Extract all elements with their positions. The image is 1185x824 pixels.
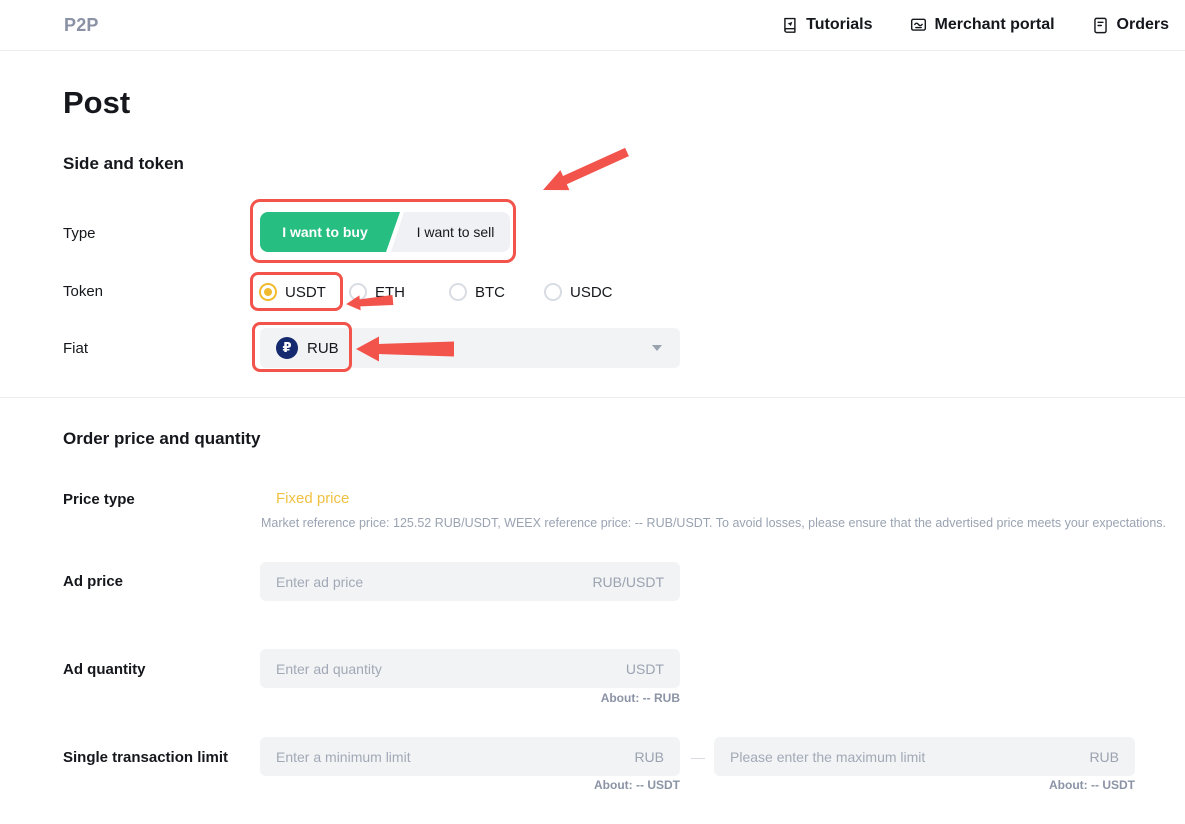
ad-quantity-about: About: -- RUB xyxy=(520,691,680,705)
nav-merchant-portal[interactable]: Merchant portal xyxy=(909,16,1055,35)
ad-quantity-unit: USDT xyxy=(626,661,664,677)
sell-toggle-wrap: I want to sell xyxy=(391,212,510,252)
nav-orders-label: Orders xyxy=(1117,16,1169,34)
radio-usdt-label: USDT xyxy=(285,284,326,301)
sell-toggle-label: I want to sell xyxy=(417,224,495,240)
price-type-label: Price type xyxy=(63,490,135,510)
chevron-down-icon xyxy=(652,345,662,351)
section-order-price: Order price and quantity xyxy=(63,429,260,449)
top-bar: P2P Tutorials Merchant portal xyxy=(0,0,1185,51)
price-type-fixed-tab[interactable]: Fixed price xyxy=(276,490,349,507)
nav-tutorials-label: Tutorials xyxy=(806,16,872,34)
fiat-select[interactable]: ₽ RUB xyxy=(260,328,680,368)
radio-usdt[interactable]: USDT xyxy=(259,281,326,303)
nav-tutorials[interactable]: Tutorials xyxy=(780,16,872,35)
side-toggle: I want to buy I want to sell xyxy=(260,212,510,252)
top-nav: Tutorials Merchant portal Orders xyxy=(780,16,1169,35)
page-title: Post xyxy=(63,84,130,122)
max-limit-input[interactable] xyxy=(730,749,1077,765)
min-limit-about: About: -- USDT xyxy=(520,778,680,792)
section-divider xyxy=(0,397,1185,398)
merchant-portal-icon xyxy=(909,16,928,35)
radio-unselected-icon xyxy=(349,283,367,301)
section-side-and-token: Side and token xyxy=(63,154,184,174)
max-limit-unit: RUB xyxy=(1089,749,1119,765)
fiat-value: RUB xyxy=(307,340,339,357)
radio-btc-label: BTC xyxy=(475,284,505,301)
radio-eth[interactable]: ETH xyxy=(349,281,405,303)
ad-price-input[interactable] xyxy=(276,574,580,590)
max-limit-about: About: -- USDT xyxy=(975,778,1135,792)
token-label: Token xyxy=(63,282,103,302)
post-form: Post Side and token Type I want to buy I… xyxy=(0,51,1185,824)
ad-price-field: RUB/USDT xyxy=(260,562,680,601)
min-limit-unit: RUB xyxy=(634,749,664,765)
limit-range-dash: — xyxy=(684,737,712,776)
fiat-label: Fiat xyxy=(63,339,88,359)
radio-unselected-icon xyxy=(544,283,562,301)
annotation-arrow-type xyxy=(539,146,631,194)
max-limit-field: RUB xyxy=(714,737,1135,776)
buy-toggle-wrap: I want to buy xyxy=(260,212,400,252)
min-limit-field: RUB xyxy=(260,737,680,776)
nav-merchant-portal-label: Merchant portal xyxy=(935,16,1055,34)
type-label: Type xyxy=(63,224,96,244)
ad-quantity-label: Ad quantity xyxy=(63,660,146,680)
ad-price-label: Ad price xyxy=(63,572,123,592)
radio-usdc[interactable]: USDC xyxy=(544,281,613,303)
p2p-logo: P2P xyxy=(64,15,99,36)
reference-price-note: Market reference price: 125.52 RUB/USDT,… xyxy=(261,516,1161,530)
tutorials-book-icon xyxy=(780,16,799,35)
sell-toggle-button[interactable]: I want to sell xyxy=(391,212,510,252)
single-limit-label: Single transaction limit xyxy=(63,748,228,768)
radio-unselected-icon xyxy=(449,283,467,301)
nav-orders[interactable]: Orders xyxy=(1091,16,1169,35)
radio-eth-label: ETH xyxy=(375,284,405,301)
buy-toggle-button[interactable]: I want to buy xyxy=(260,212,400,252)
orders-document-icon xyxy=(1091,16,1110,35)
radio-btc[interactable]: BTC xyxy=(449,281,505,303)
buy-toggle-label: I want to buy xyxy=(282,224,368,240)
radio-usdc-label: USDC xyxy=(570,284,613,301)
min-limit-input[interactable] xyxy=(276,749,622,765)
radio-selected-icon xyxy=(259,283,277,301)
ruble-coin-icon: ₽ xyxy=(276,337,298,359)
ad-quantity-input[interactable] xyxy=(276,661,614,677)
ad-quantity-field: USDT xyxy=(260,649,680,688)
ad-price-unit: RUB/USDT xyxy=(592,574,664,590)
